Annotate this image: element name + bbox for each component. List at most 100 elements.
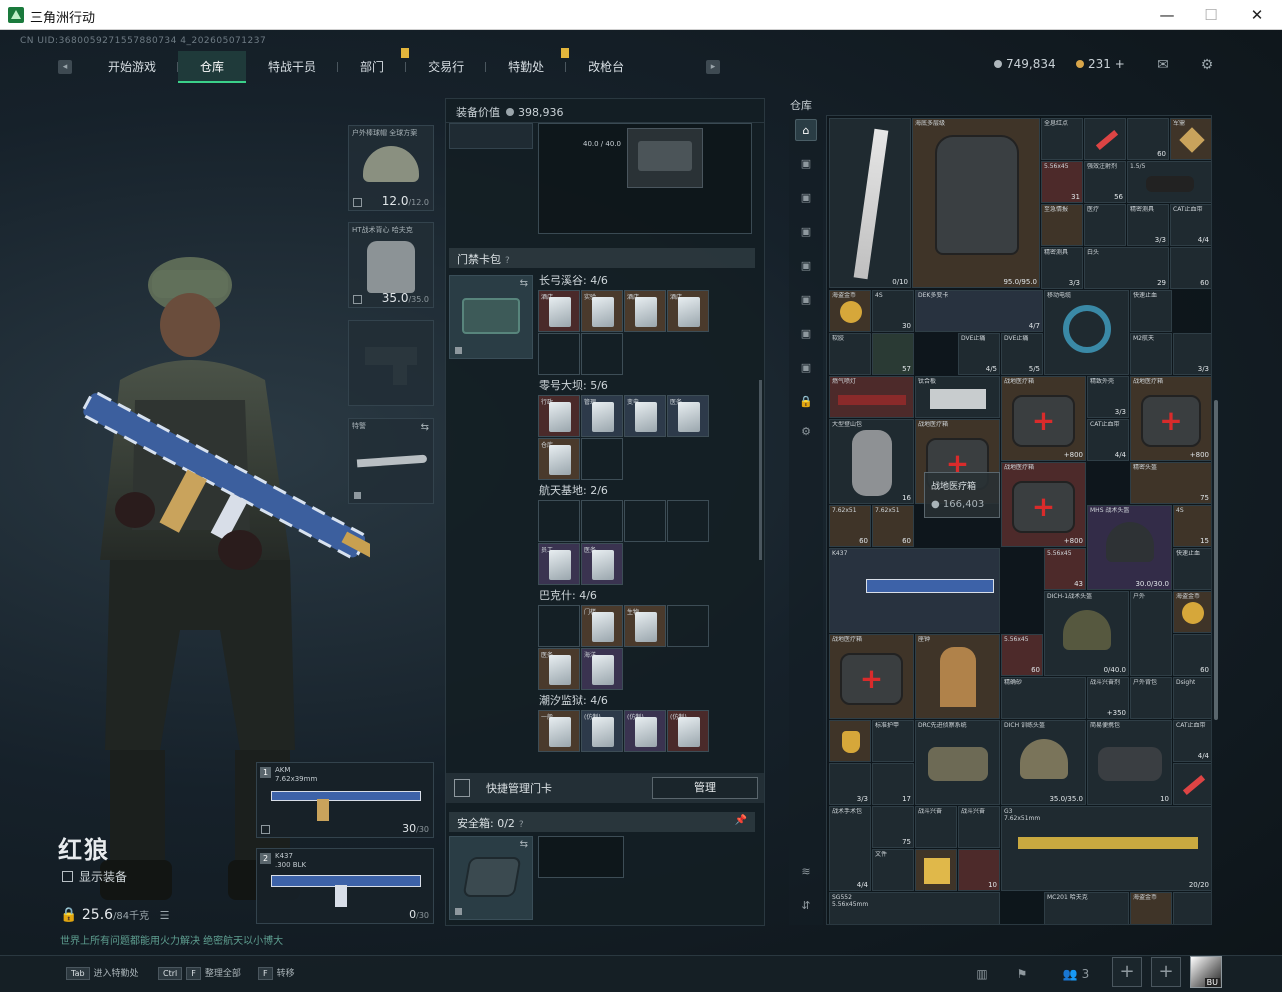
warehouse-item[interactable]: 精确砂: [1001, 677, 1086, 719]
warehouse-item[interactable]: CAT止血带 4/4: [1173, 720, 1211, 762]
warehouse-item[interactable]: 60: [1173, 634, 1211, 676]
warehouse-item[interactable]: [1084, 118, 1126, 160]
container-scrollbar[interactable]: [759, 380, 762, 560]
keycard-slot[interactable]: 医务: [538, 648, 580, 690]
warehouse-item[interactable]: 60: [1170, 247, 1211, 289]
keycard-slot[interactable]: 行政: [538, 395, 580, 437]
warehouse-item[interactable]: 精密测具 3/3: [1127, 204, 1169, 246]
warehouse-item[interactable]: DVE止痛 5/5: [1001, 333, 1043, 375]
warehouse-item[interactable]: SG552 5.56x45mm: [829, 892, 1000, 924]
tab-trade[interactable]: 交易行: [406, 51, 487, 83]
warehouse-item[interactable]: 7.62x51 60: [872, 505, 914, 547]
warehouse-page-icon[interactable]: ▣: [795, 153, 817, 175]
empty-keycard-slot[interactable]: [667, 500, 709, 542]
keycard-slot[interactable]: 门楼: [581, 605, 623, 647]
minimize-button[interactable]: —: [1152, 4, 1182, 26]
warehouse-item[interactable]: Dsight: [1173, 677, 1211, 719]
hotkey-transfer[interactable]: F 转移: [258, 966, 295, 980]
layers-icon[interactable]: ≋: [795, 861, 817, 883]
keycard-bag-slot[interactable]: ⇆: [449, 275, 533, 359]
warehouse-item[interactable]: 移动电缆: [1044, 290, 1129, 375]
keycard-slot[interactable]: (仿制): [667, 710, 709, 752]
warehouse-item[interactable]: 0/10: [829, 118, 911, 288]
warehouse-item[interactable]: 软胶: [829, 333, 871, 375]
settings-icon[interactable]: ⚙: [795, 421, 817, 443]
keycard-slot[interactable]: 酒店: [667, 290, 709, 332]
warehouse-item[interactable]: 文件: [872, 849, 914, 891]
warehouse-item[interactable]: 至急情报: [1041, 204, 1083, 246]
warehouse-item[interactable]: 57: [872, 333, 914, 375]
warehouse-item[interactable]: DICH-1战术头盔 0/40.0: [1044, 591, 1129, 676]
swap-icon[interactable]: ⇆: [520, 839, 528, 850]
melee-slot[interactable]: 特警 ⇆: [348, 418, 434, 504]
warehouse-item[interactable]: 燃气喷灯: [829, 376, 914, 418]
empty-keycard-slot[interactable]: [624, 500, 666, 542]
warehouse-item[interactable]: 战术手术包 4/4: [829, 806, 871, 891]
empty-keycard-slot[interactable]: [667, 605, 709, 647]
warehouse-item[interactable]: 7.62x51 60: [829, 505, 871, 547]
warehouse-item[interactable]: 强效注射剂 56: [1084, 161, 1126, 203]
warehouse-item[interactable]: 全息红点: [1041, 118, 1083, 160]
warehouse-item[interactable]: 战地医疗箱+800: [1001, 376, 1086, 461]
warehouse-item[interactable]: 5.56x45 31: [1041, 161, 1083, 203]
warehouse-item[interactable]: CAT止血带 4/4: [1170, 204, 1211, 246]
warehouse-item[interactable]: DVE止痛 4/5: [958, 333, 1000, 375]
mail-icon[interactable]: ✉: [1154, 56, 1172, 74]
warehouse-item[interactable]: MC201 哈夫克: [1044, 892, 1129, 924]
warehouse-scrollbar[interactable]: [1214, 400, 1218, 720]
warehouse-item[interactable]: 5.56x45 60: [1001, 634, 1043, 676]
warehouse-item[interactable]: DICH 训练头盔 35.0/35.0: [1001, 720, 1086, 805]
warehouse-item[interactable]: [915, 849, 957, 891]
warehouse-item[interactable]: 4S 15: [1173, 505, 1211, 547]
warehouse-item[interactable]: 战斗兴奋剂 +350: [1087, 677, 1129, 719]
safebox-grid[interactable]: [538, 836, 624, 878]
warehouse-all-icon[interactable]: ⌂: [795, 119, 817, 141]
lock-icon[interactable]: 🔒: [795, 391, 817, 413]
keycard-slot[interactable]: 管理: [581, 395, 623, 437]
keycard-slot[interactable]: 医务: [667, 395, 709, 437]
add-teammate-button[interactable]: +: [1151, 957, 1181, 987]
warehouse-item[interactable]: 战地医疗箱+800: [1130, 376, 1211, 461]
keycard-slot[interactable]: (仿制): [624, 710, 666, 752]
warehouse-item[interactable]: 战地医疗箱+800: [1001, 462, 1086, 547]
stats-icon[interactable]: ▥: [968, 962, 996, 986]
keycard-slot[interactable]: 实验: [581, 290, 623, 332]
backpack-slot[interactable]: [449, 123, 533, 149]
transfer-icon[interactable]: ⇵: [795, 895, 817, 917]
tab-operators[interactable]: 特战干员: [246, 51, 339, 83]
warehouse-item[interactable]: DEK多变卡 4/7: [915, 290, 1043, 332]
help-icon[interactable]: ?: [505, 256, 510, 266]
keycard-slot[interactable]: (仿制): [581, 710, 623, 752]
warehouse-item[interactable]: 海盗金币: [1173, 591, 1211, 633]
empty-keycard-slot[interactable]: [581, 333, 623, 375]
warehouse-item[interactable]: 海底多层级 95.0/95.0: [912, 118, 1040, 288]
warehouse-page-icon[interactable]: ▣: [795, 221, 817, 243]
warehouse-item[interactable]: 1.5/5: [1127, 161, 1211, 203]
weapon-slot-1[interactable]: 1 AKM 7.62x39mm 30/30: [256, 762, 434, 838]
tab-gunsmith[interactable]: 改枪台: [566, 51, 646, 83]
keycard-slot[interactable]: 一般: [538, 710, 580, 752]
helmet-slot[interactable]: 户外棒球帽 全球方案 12.0/12.0: [348, 125, 434, 211]
warehouse-item[interactable]: 战地医疗箱: [829, 634, 914, 719]
weapon-slot-2[interactable]: 2 K437.300 BLK 0/30: [256, 848, 434, 924]
warehouse-item[interactable]: 3/3: [1173, 333, 1211, 375]
warehouse-item[interactable]: 简易便携包 10: [1087, 720, 1172, 805]
tab-department[interactable]: 部门: [338, 48, 410, 83]
warehouse-item[interactable]: 医疗: [1084, 204, 1126, 246]
armor-slot[interactable]: HT战术背心 哈夫克 35.0/35.0: [348, 222, 434, 308]
gear-icon[interactable]: ⚙: [1198, 56, 1216, 74]
nav-next-icon[interactable]: ▸: [706, 60, 720, 74]
close-button[interactable]: ✕: [1242, 4, 1272, 26]
warehouse-item[interactable]: CAT止血带 4/4: [1087, 419, 1129, 461]
pistol-slot[interactable]: [348, 320, 434, 406]
warehouse-item[interactable]: 海盗金币: [1130, 892, 1172, 924]
warehouse-item[interactable]: DRC先进侦察系统: [915, 720, 1000, 805]
warehouse-page-icon[interactable]: ▣: [795, 255, 817, 277]
warehouse-item[interactable]: 快速止血: [1173, 548, 1211, 590]
empty-keycard-slot[interactable]: [538, 333, 580, 375]
warehouse-item[interactable]: 60: [1127, 118, 1169, 160]
warehouse-item[interactable]: 大型登山包 16: [829, 419, 914, 504]
warehouse-item[interactable]: 钛合板: [915, 376, 1000, 418]
warehouse-page-icon[interactable]: ▣: [795, 323, 817, 345]
show-gear-toggle[interactable]: 显示装备: [62, 868, 127, 885]
